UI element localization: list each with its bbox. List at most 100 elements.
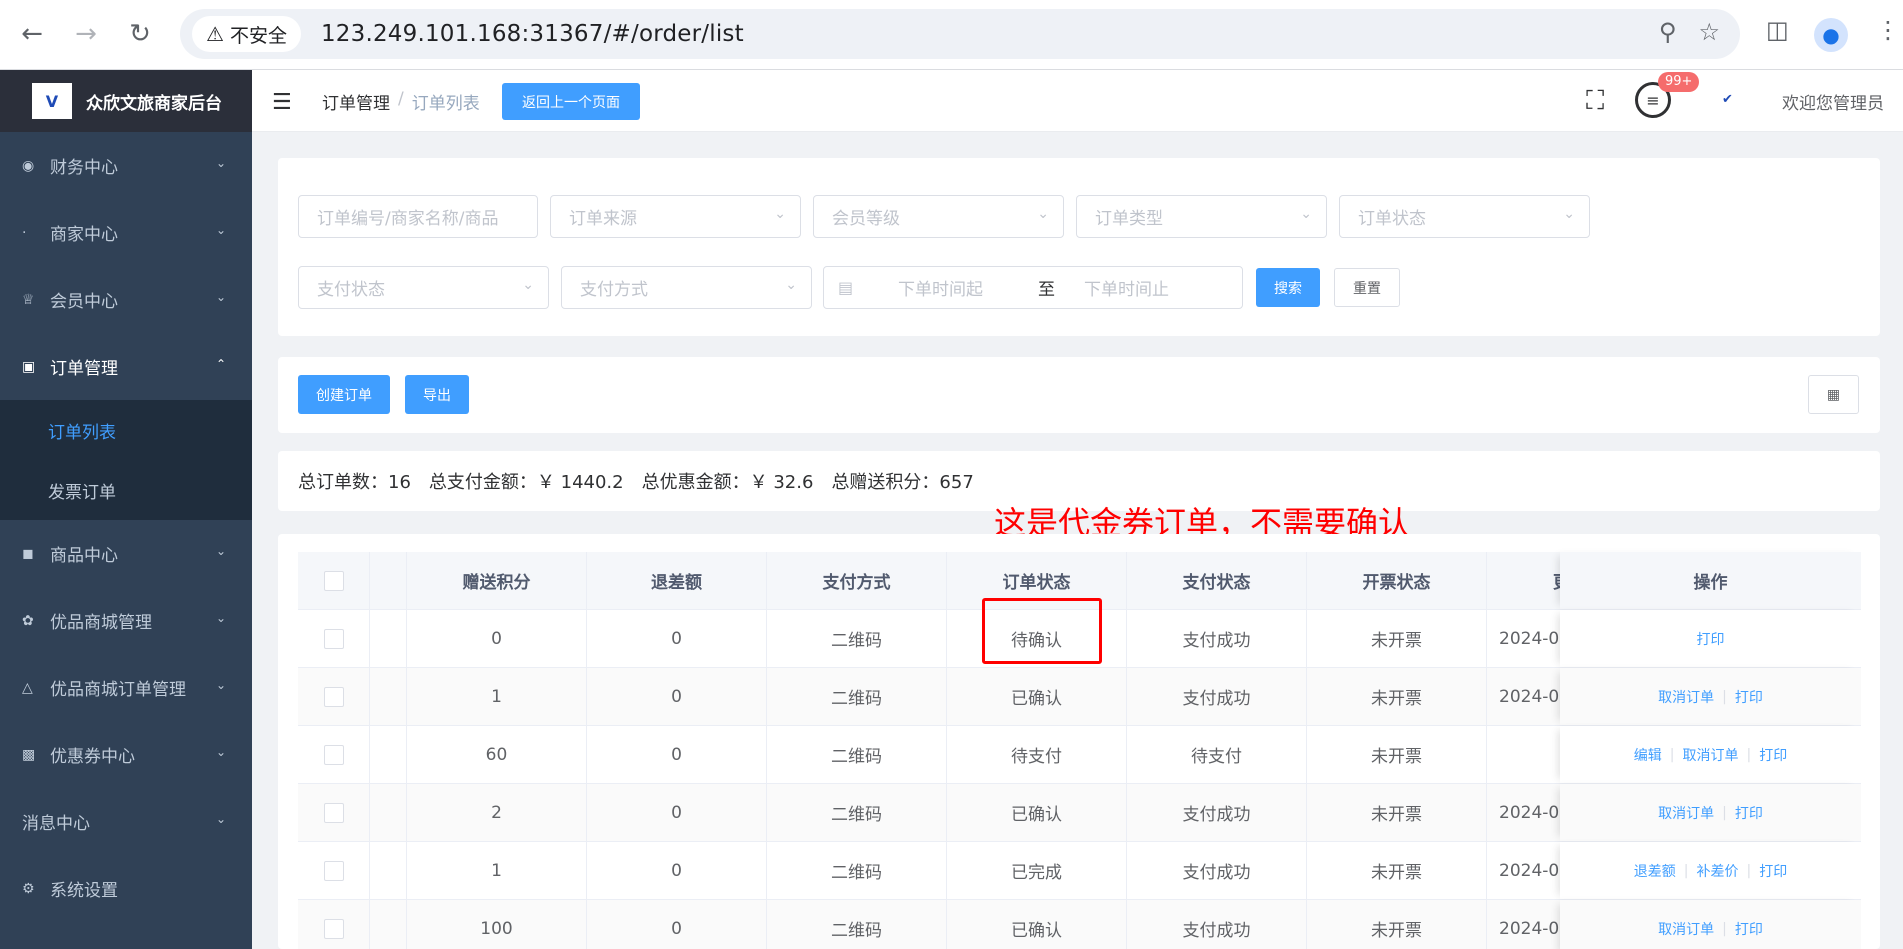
sidebar-item-mall-orders[interactable]: △ 优品商城订单管理 ⌄ <box>0 654 252 721</box>
sidebar-item-settings[interactable]: ⚙ 系统设置 <box>0 855 252 922</box>
security-chip[interactable]: ⚠ 不安全 <box>192 16 301 52</box>
export-button[interactable]: 导出 <box>405 375 469 414</box>
chevron-down-icon: ⌄ <box>785 277 797 293</box>
sidebar-item-member[interactable]: ♕ 会员中心 ⌄ <box>0 266 252 333</box>
print-link[interactable]: 打印 <box>1735 687 1763 707</box>
op-separator: | <box>1722 920 1727 937</box>
cancel-order-link[interactable]: 取消订单 <box>1658 687 1714 707</box>
table-row[interactable]: 100 0 二维码 已确认 支付成功 未开票 2024-01 取消订单 | 打印 <box>298 900 1861 949</box>
order-type-placeholder: 订单类型 <box>1095 209 1163 229</box>
order-status-placeholder: 订单状态 <box>1358 209 1426 229</box>
col-header-invoice-status[interactable]: 开票状态 <box>1307 552 1487 609</box>
breadcrumb-separator: / <box>398 89 404 109</box>
table-row[interactable]: 1 0 二维码 已确认 支付成功 未开票 2024-01 取消订单 | 打印 <box>298 668 1861 726</box>
chevron-down-icon: ⌄ <box>215 745 226 759</box>
breadcrumb-orders[interactable]: 订单管理 <box>322 89 390 114</box>
chevron-up-icon: ⌃ <box>215 357 226 371</box>
back-to-previous-button[interactable]: 返回上一个页面 <box>502 83 640 120</box>
order-date-range-picker[interactable]: ▤ 下单时间起 至 下单时间止 <box>823 266 1243 309</box>
cell-points: 100 <box>407 900 587 949</box>
sidebar-item-messages[interactable]: 消息中心 ⌄ <box>0 788 252 855</box>
pay-status-select[interactable]: 支付状态 ⌄ <box>298 266 549 309</box>
col-header-pay-method[interactable]: 支付方式 <box>767 552 947 609</box>
table-row[interactable]: 2 0 二维码 已确认 支付成功 未开票 2024-01 取消订单 | 打印 <box>298 784 1861 842</box>
member-level-select[interactable]: 会员等级 ⌄ <box>813 195 1064 238</box>
reload-icon[interactable]: ↻ <box>122 16 158 52</box>
date-range-separator: 至 <box>1038 280 1055 300</box>
print-link[interactable]: 打印 <box>1697 629 1725 649</box>
table-row[interactable]: 1 0 二维码 已完成 支付成功 未开票 2024-01 退差额 | 补差价 | 打印 <box>298 842 1861 900</box>
chevron-down-icon: ⌄ <box>215 290 226 304</box>
row-operations: 打印 <box>1560 610 1861 667</box>
crown-icon: ♕ <box>22 291 35 308</box>
reset-button[interactable]: 重置 <box>1334 268 1400 307</box>
row-checkbox[interactable] <box>323 860 344 881</box>
hamburger-icon[interactable]: ☰ <box>272 90 292 115</box>
col-header-pay-status[interactable]: 支付状态 <box>1127 552 1307 609</box>
order-status-select[interactable]: 订单状态 ⌄ <box>1339 195 1590 238</box>
sidebar-subitem-order-list[interactable]: 订单列表 <box>0 400 252 460</box>
sidebar-item-coupons[interactable]: ▩ 优惠券中心 ⌄ <box>0 721 252 788</box>
search-button[interactable]: 搜索 <box>1256 268 1320 307</box>
edit-link[interactable]: 编辑 <box>1634 745 1662 765</box>
scrolled-column-stub <box>370 610 407 667</box>
side-panel-icon[interactable]: ◫ <box>1766 16 1789 44</box>
print-link[interactable]: 打印 <box>1759 861 1787 881</box>
column-settings-grid-icon[interactable]: ▦ <box>1808 375 1859 414</box>
col-header-refund[interactable]: 退差额 <box>587 552 767 609</box>
sidebar-item-orders[interactable]: ▣ 订单管理 ⌃ <box>0 333 252 400</box>
order-table-card: 赠送积分 退差额 支付方式 订单状态 支付状态 开票状态 更 操作 00二维码待… <box>278 534 1880 949</box>
sidebar-item-mall-management[interactable]: ✿ 优品商城管理 ⌄ <box>0 587 252 654</box>
op-separator: | <box>1722 804 1727 821</box>
row-checkbox[interactable] <box>323 628 344 649</box>
cancel-order-link[interactable]: 取消订单 <box>1683 745 1739 765</box>
red-highlight-box <box>982 598 1102 664</box>
order-search-input[interactable]: 订单编号/商家名称/商品 <box>298 195 538 238</box>
pay-method-select[interactable]: 支付方式 ⌄ <box>561 266 812 309</box>
user-avatar-logo[interactable]: ✔ <box>1722 92 1733 107</box>
sidebar-item-merchant[interactable]: ⋅ 商家中心 ⌄ <box>0 199 252 266</box>
order-type-select[interactable]: 订单类型 ⌄ <box>1076 195 1327 238</box>
sidebar-item-finance[interactable]: ◉ 财务中心 ⌄ <box>0 132 252 199</box>
order-source-select[interactable]: 订单来源 ⌄ <box>550 195 801 238</box>
cell-pay-method: 二维码 <box>767 726 947 783</box>
back-arrow-icon[interactable]: ← <box>14 16 50 52</box>
sidebar-item-label: 系统设置 <box>50 881 118 901</box>
filter-panel: 订单编号/商家名称/商品 订单来源 ⌄ 会员等级 ⌄ 订单类型 ⌄ 订单状态 ⌄… <box>278 158 1880 336</box>
row-checkbox[interactable] <box>323 686 344 707</box>
op-separator: | <box>1746 862 1752 879</box>
row-checkbox[interactable] <box>323 918 344 939</box>
date-start-input[interactable]: 下单时间起 <box>898 275 1038 300</box>
create-order-button[interactable]: 创建订单 <box>298 375 390 414</box>
welcome-text[interactable]: 欢迎您管理员 <box>1782 89 1884 114</box>
sidebar-item-products[interactable]: ◼ 商品中心 ⌄ <box>0 520 252 587</box>
profile-avatar-icon[interactable]: ● <box>1814 18 1848 52</box>
cancel-order-link[interactable]: 取消订单 <box>1658 803 1714 823</box>
sidebar-subitem-invoice-orders[interactable]: 发票订单 <box>0 460 252 520</box>
cancel-order-link[interactable]: 取消订单 <box>1658 919 1714 939</box>
url-text[interactable]: 123.249.101.168:31367/#/order/list <box>321 21 744 47</box>
pay-diff-link[interactable]: 补差价 <box>1697 861 1739 881</box>
chevron-down-icon: ⌄ <box>215 812 226 826</box>
sidebar-item-label: 会员中心 <box>50 292 118 312</box>
table-row[interactable]: 60 0 二维码 待支付 待支付 未开票 编辑 | 取消订单 | 打印 <box>298 726 1861 784</box>
zoom-icon[interactable]: ⚲ <box>1659 18 1677 46</box>
sidebar-item-label: 优惠券中心 <box>50 747 135 767</box>
print-link[interactable]: 打印 <box>1735 803 1763 823</box>
select-all-checkbox[interactable] <box>323 570 344 591</box>
date-end-input[interactable]: 下单时间止 <box>1084 275 1224 300</box>
row-operations: 取消订单 | 打印 <box>1560 900 1861 949</box>
print-link[interactable]: 打印 <box>1759 745 1787 765</box>
row-checkbox[interactable] <box>323 802 344 823</box>
forward-arrow-icon[interactable]: → <box>68 16 104 52</box>
col-header-points[interactable]: 赠送积分 <box>407 552 587 609</box>
address-bar[interactable]: ⚠ 不安全 123.249.101.168:31367/#/order/list… <box>180 9 1740 59</box>
row-checkbox[interactable] <box>323 744 344 765</box>
refund-diff-link[interactable]: 退差额 <box>1634 861 1676 881</box>
fullscreen-icon[interactable]: ⛶ <box>1586 86 1604 117</box>
bookmark-star-icon[interactable]: ☆ <box>1698 18 1720 46</box>
print-link[interactable]: 打印 <box>1735 919 1763 939</box>
kebab-menu-icon[interactable]: ⋮ <box>1876 16 1900 44</box>
sidebar-item-label: 商家中心 <box>50 225 118 245</box>
sidebar-item-label: 优品商城订单管理 <box>50 680 186 700</box>
